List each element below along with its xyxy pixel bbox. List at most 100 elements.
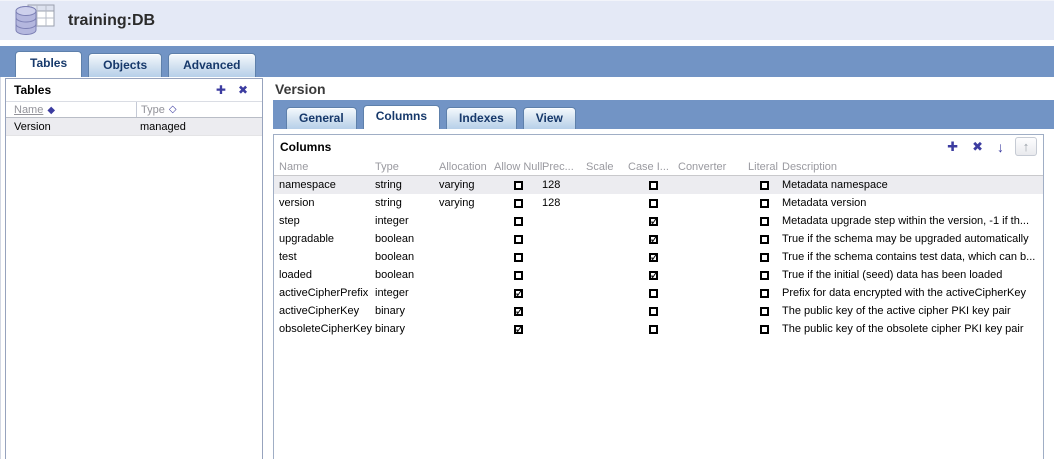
tab-objects[interactable]: Objects [88, 53, 162, 77]
col-header-name[interactable]: Name [279, 161, 375, 173]
literal-checkbox[interactable] [760, 307, 769, 316]
tab-tables[interactable]: Tables [15, 51, 82, 77]
literal-checkbox[interactable] [760, 271, 769, 280]
tab-indexes[interactable]: Indexes [446, 107, 517, 129]
case-insensitive-checkbox[interactable] [649, 181, 658, 190]
case-insensitive-checkbox[interactable] [649, 199, 658, 208]
allow-nulls-checkbox[interactable] [514, 307, 523, 316]
tables-panel-header: Tables ✚ ✖ [6, 79, 262, 101]
cell-name: upgradable [279, 233, 375, 245]
case-insensitive-checkbox[interactable] [649, 307, 658, 316]
cell-type: integer [375, 287, 439, 299]
allow-nulls-checkbox[interactable] [514, 253, 523, 262]
column-header-name[interactable]: Name◆ [6, 104, 136, 116]
cell-type: boolean [375, 233, 439, 245]
literal-checkbox[interactable] [760, 181, 769, 190]
allow-nulls-checkbox-cell [494, 233, 542, 245]
cell-allocation: varying [439, 197, 494, 209]
tab-view[interactable]: View [523, 107, 576, 129]
allow-nulls-checkbox[interactable] [514, 271, 523, 280]
detail-panel: Version General Columns Indexes View Col… [273, 77, 1054, 459]
table-row[interactable]: activeCipherPrefixintegerPrefix for data… [274, 284, 1043, 302]
cell-type: boolean [375, 251, 439, 263]
case-insensitive-checkbox[interactable] [649, 271, 658, 280]
page-title: training:DB [68, 12, 155, 30]
literal-checkbox[interactable] [760, 289, 769, 298]
col-header-scale[interactable]: Scale [586, 161, 628, 173]
move-column-up-button[interactable]: ↑ [1015, 137, 1037, 156]
cell-description: True if the schema contains test data, w… [782, 251, 1043, 263]
case-insensitive-checkbox-cell [628, 251, 678, 263]
literal-checkbox[interactable] [760, 253, 769, 262]
columns-table-header: Name Type Allocation Allow Nulls Prec...… [274, 158, 1043, 176]
cell-name: obsoleteCipherKey [279, 323, 375, 335]
allow-nulls-checkbox[interactable] [514, 235, 523, 244]
case-insensitive-checkbox-cell [628, 215, 678, 227]
case-insensitive-checkbox[interactable] [649, 325, 658, 334]
col-header-literal[interactable]: Literal [746, 161, 782, 173]
literal-checkbox-cell [746, 305, 782, 317]
case-insensitive-checkbox[interactable] [649, 253, 658, 262]
cell-type: string [375, 197, 439, 209]
col-header-allow-nulls[interactable]: Allow Nulls [494, 161, 542, 173]
col-header-allocation[interactable]: Allocation [439, 161, 494, 173]
database-icon [12, 4, 58, 38]
cell-type: binary [375, 305, 439, 317]
literal-checkbox[interactable] [760, 235, 769, 244]
allow-nulls-checkbox[interactable] [514, 217, 523, 226]
table-row[interactable]: testbooleanTrue if the schema contains t… [274, 248, 1043, 266]
move-column-down-button[interactable]: ↓ [990, 139, 1011, 155]
tab-advanced[interactable]: Advanced [168, 53, 255, 77]
tables-list-header: Name◆ Type◇ [6, 101, 262, 118]
case-insensitive-checkbox-cell [628, 197, 678, 209]
remove-column-button[interactable]: ✖ [965, 139, 990, 155]
cell-name: loaded [279, 269, 375, 281]
app-window: training:DB Tables Objects Advanced Tabl… [0, 0, 1054, 459]
allow-nulls-checkbox[interactable] [514, 199, 523, 208]
table-row[interactable]: loadedbooleanTrue if the initial (seed) … [274, 266, 1043, 284]
allow-nulls-checkbox[interactable] [514, 289, 523, 298]
table-row[interactable]: namespacestringvarying128Metadata namesp… [274, 176, 1043, 194]
add-table-button[interactable]: ✚ [210, 83, 232, 97]
detail-title: Version [273, 77, 1054, 100]
cell-allocation: varying [439, 179, 494, 191]
case-insensitive-checkbox[interactable] [649, 217, 658, 226]
title-bar: training:DB [0, 0, 1054, 40]
allow-nulls-checkbox-cell [494, 269, 542, 281]
case-insensitive-checkbox[interactable] [649, 289, 658, 298]
cell-name: activeCipherKey [279, 305, 375, 317]
table-row[interactable]: versionstringvarying128Metadata version [274, 194, 1043, 212]
col-header-description[interactable]: Description [782, 161, 1043, 173]
col-header-type[interactable]: Type [375, 161, 439, 173]
case-insensitive-checkbox-cell [628, 269, 678, 281]
literal-checkbox[interactable] [760, 325, 769, 334]
allow-nulls-checkbox[interactable] [514, 325, 523, 334]
columns-panel-header: Columns ✚ ✖ ↓ ↑ [274, 135, 1043, 158]
literal-checkbox[interactable] [760, 199, 769, 208]
tab-columns[interactable]: Columns [363, 105, 440, 129]
col-header-converter[interactable]: Converter [678, 161, 746, 173]
allow-nulls-checkbox-cell [494, 215, 542, 227]
allow-nulls-checkbox-cell [494, 323, 542, 335]
table-row[interactable]: activeCipherKeybinaryThe public key of t… [274, 302, 1043, 320]
column-header-type[interactable]: Type◇ [136, 102, 262, 117]
tables-panel-title: Tables [14, 83, 210, 97]
add-column-button[interactable]: ✚ [940, 139, 965, 155]
table-row[interactable]: stepintegerMetadata upgrade step within … [274, 212, 1043, 230]
content-area: Tables ✚ ✖ Name◆ Type◇ Version managed V… [0, 77, 1054, 459]
table-row[interactable]: upgradablebooleanTrue if the schema may … [274, 230, 1043, 248]
table-row[interactable]: obsoleteCipherKeybinaryThe public key of… [274, 320, 1043, 338]
col-header-case[interactable]: Case I... [628, 161, 678, 173]
allow-nulls-checkbox[interactable] [514, 181, 523, 190]
col-header-precision[interactable]: Prec... [542, 161, 586, 173]
tab-general[interactable]: General [286, 107, 357, 129]
cell-type: binary [375, 323, 439, 335]
cell-description: Metadata version [782, 197, 1043, 209]
remove-table-button[interactable]: ✖ [232, 83, 254, 97]
literal-checkbox[interactable] [760, 217, 769, 226]
literal-checkbox-cell [746, 287, 782, 299]
cell-name: activeCipherPrefix [279, 287, 375, 299]
table-list-row[interactable]: Version managed [6, 118, 262, 136]
case-insensitive-checkbox[interactable] [649, 235, 658, 244]
literal-checkbox-cell [746, 215, 782, 227]
